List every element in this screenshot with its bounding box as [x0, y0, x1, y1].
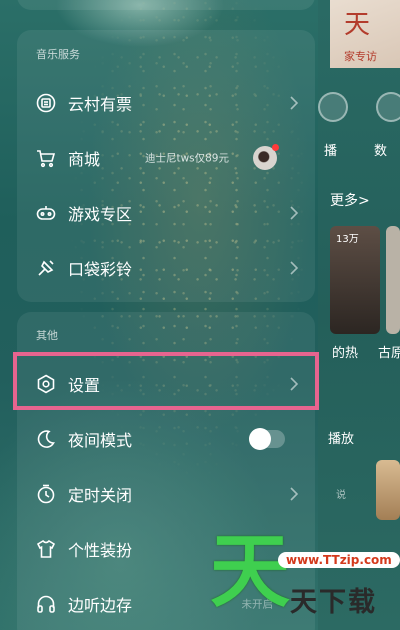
menu-item-label: 个性装扮 — [68, 541, 133, 560]
menu-item-label: 边听边存 — [68, 596, 133, 615]
menu-item-ringtone[interactable]: 口袋彩铃 — [17, 240, 315, 296]
song-caption: 说 — [336, 490, 346, 501]
playlist-caption: 的热 — [332, 346, 359, 361]
mall-promo-text: 迪士尼tws仅89元 — [144, 152, 229, 165]
banner-subtitle: 家专访 — [344, 50, 377, 63]
ticket-icon — [36, 93, 56, 113]
menu-item-night-mode[interactable]: 夜间模式 — [17, 411, 315, 467]
play-label[interactable]: 播放 — [328, 428, 354, 447]
timer-icon — [36, 484, 56, 504]
menu-item-sleep-timer[interactable]: 定时关闭 — [17, 466, 315, 522]
chevron-right-icon — [289, 487, 299, 501]
menu-item-label: 游戏专区 — [68, 205, 133, 224]
menu-item-label: 定时关闭 — [68, 486, 133, 505]
quick-entry-label: 播 — [324, 144, 338, 159]
watermark-name: 天下载 — [290, 587, 377, 618]
settings-highlight-box — [13, 352, 319, 410]
menu-item-games[interactable]: 游戏专区 — [17, 185, 315, 241]
menu-item-label: 商城 — [68, 150, 101, 169]
section-title-music: 音乐服务 — [36, 48, 80, 61]
moon-icon — [36, 429, 56, 449]
menu-item-label: 口袋彩铃 — [68, 260, 133, 279]
shirt-icon — [36, 539, 56, 559]
menu-item-label: 云村有票 — [68, 95, 133, 114]
quick-entry-icon[interactable] — [318, 92, 348, 122]
chevron-right-icon — [289, 261, 299, 275]
playlist-cover[interactable]: 13万 — [330, 226, 380, 334]
watermark-logo: 天 www.TTzip.com 天下载 — [210, 532, 400, 630]
banner-image[interactable]: 天 家专访 — [330, 0, 400, 68]
night-mode-toggle[interactable] — [249, 428, 285, 450]
quick-entry-icon-2[interactable] — [376, 92, 400, 122]
notification-dot — [272, 144, 279, 151]
quick-entry-label-2: 数 — [374, 144, 388, 159]
chevron-right-icon — [289, 96, 299, 110]
section-title-other: 其他 — [36, 329, 58, 342]
play-count: 13万 — [336, 234, 359, 245]
top-card — [17, 0, 315, 10]
cart-icon — [36, 148, 56, 168]
menu-item-label: 夜间模式 — [68, 431, 133, 450]
playlist-cover-2[interactable] — [386, 226, 400, 334]
toggle-knob — [249, 428, 271, 450]
menu-item-ticket[interactable]: 云村有票 — [17, 75, 315, 131]
ringtone-icon — [36, 258, 56, 278]
watermark-url: www.TTzip.com — [278, 552, 400, 568]
playlist-caption-2: 古原 — [378, 346, 400, 361]
product-thumbnail — [253, 144, 279, 170]
chevron-right-icon — [289, 206, 299, 220]
more-link[interactable]: 更多> — [330, 190, 370, 210]
gamepad-icon — [36, 203, 56, 223]
menu-item-mall[interactable]: 商城 迪士尼tws仅89元 — [17, 130, 315, 186]
headphones-icon — [36, 594, 56, 614]
banner-title: 天 — [344, 10, 371, 40]
song-cover[interactable] — [376, 460, 400, 520]
watermark-glyph: 天 — [210, 525, 290, 618]
